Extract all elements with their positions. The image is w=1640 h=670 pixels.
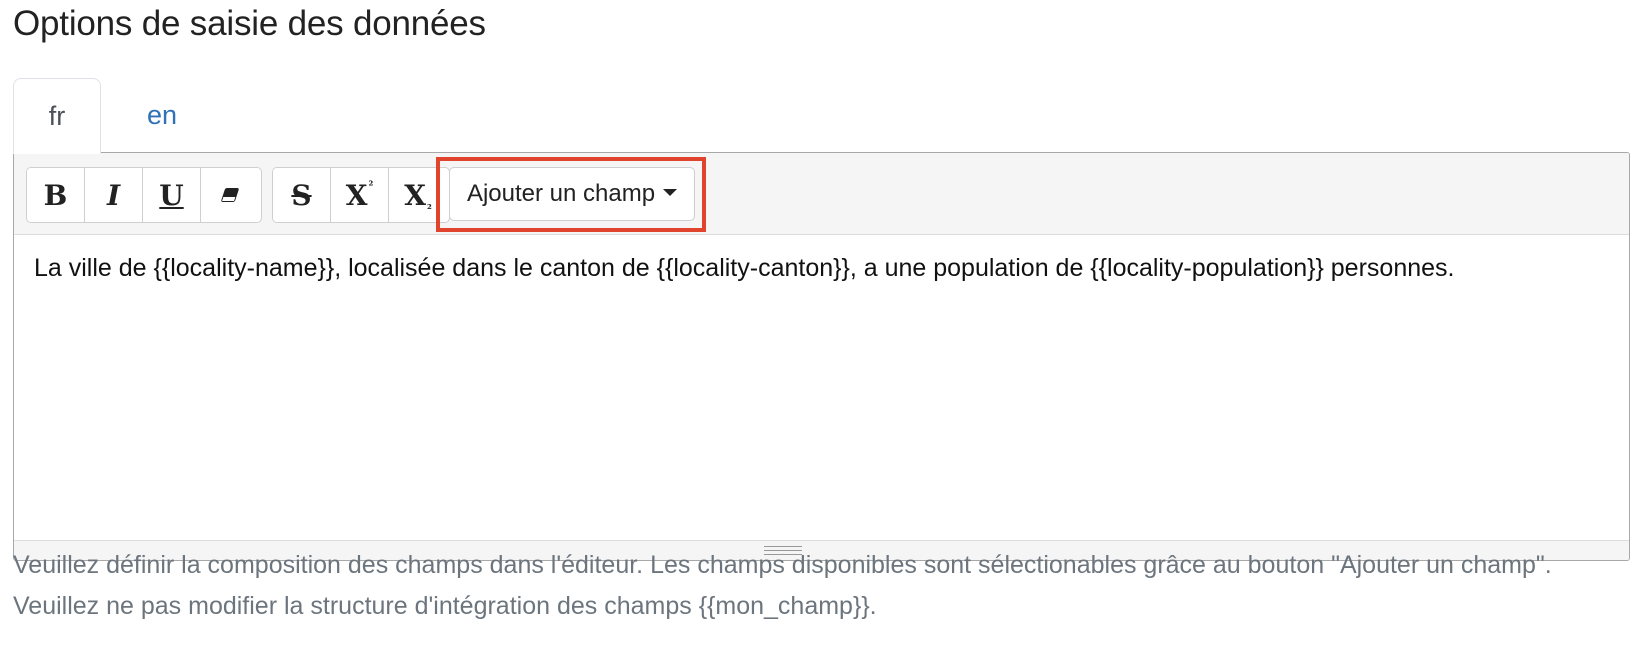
bold-button[interactable]: B (27, 168, 85, 222)
superscript-icon: X² (345, 178, 374, 212)
superscript-button[interactable]: X² (331, 168, 389, 222)
clear-format-button[interactable] (201, 168, 259, 222)
eraser-icon (220, 188, 240, 202)
add-field-dropdown-button[interactable]: Ajouter un champ (449, 167, 695, 221)
strikethrough-icon: S (291, 178, 312, 212)
caret-down-icon (663, 188, 678, 196)
tab-fr[interactable]: fr (13, 78, 101, 154)
add-field-label: Ajouter un champ (466, 180, 656, 207)
section-title: Options de saisie des données (13, 4, 486, 43)
tab-en[interactable]: en (115, 78, 209, 153)
italic-button[interactable]: I (85, 168, 143, 222)
script-button-group: S X² X₂ (272, 167, 450, 223)
underline-icon: U (159, 178, 184, 212)
underline-button[interactable]: U (143, 168, 201, 222)
subscript-icon: X₂ (404, 178, 432, 212)
editor-toolbar: B I U S X² X₂ Ajouter un champ (14, 153, 1629, 235)
rich-text-editor: B I U S X² X₂ Ajouter un champ La ville … (13, 152, 1630, 561)
italic-icon: I (106, 178, 121, 212)
language-tabs: fr en (13, 78, 1629, 154)
editor-content[interactable]: La ville de {{locality-name}}, localisée… (34, 248, 1604, 288)
format-button-group: B I U (26, 167, 262, 223)
bold-icon: B (43, 178, 68, 212)
strikethrough-button[interactable]: S (273, 168, 331, 222)
help-text: Veuillez définir la composition des cham… (13, 551, 1552, 620)
